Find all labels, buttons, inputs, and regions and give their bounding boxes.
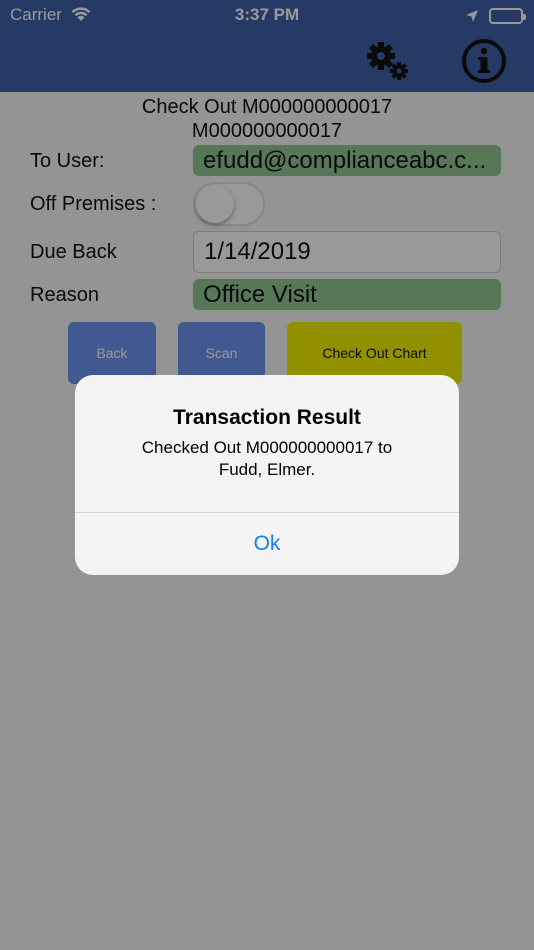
alert-message-line1: Checked Out M000000000017 to xyxy=(141,438,393,457)
ok-button[interactable]: Ok xyxy=(75,513,459,575)
alert-message: Checked Out M000000000017 to Fudd, Elmer… xyxy=(95,437,439,481)
alert-message-line2: Fudd, Elmer. xyxy=(218,460,316,479)
alert-title: Transaction Result xyxy=(173,406,361,429)
transaction-result-alert: Transaction Result Checked Out M00000000… xyxy=(75,375,459,575)
